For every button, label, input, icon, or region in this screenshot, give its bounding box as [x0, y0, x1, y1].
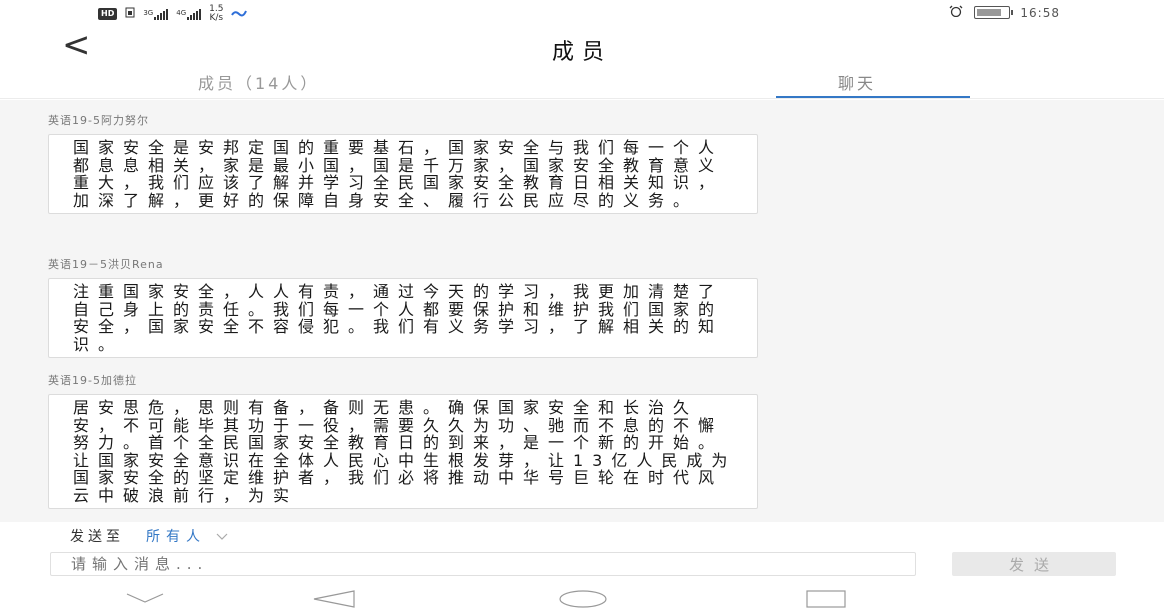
tab-chat[interactable]: 聊天 — [838, 70, 876, 94]
send-button[interactable]: 发送 — [952, 552, 1116, 576]
nav-back-icon[interactable] — [312, 590, 356, 612]
battery-icon — [974, 6, 1014, 19]
message-bubble[interactable]: 居安思危，思则有备，备则无患。确保国家安全和长治久安，不可能毕其功于一役，需要久… — [48, 394, 758, 509]
status-right: 16:58 — [948, 5, 1060, 20]
message-input[interactable] — [50, 552, 916, 576]
message-sender: 英语19-5加德拉 — [48, 374, 137, 387]
signal-2: 4G — [176, 8, 202, 20]
message-bubble[interactable]: 注重国家安全，人人有责，通过今天的学习，我更加清楚了自己身上的责任。我们每一个人… — [48, 278, 758, 358]
recipient-selector[interactable]: 所有人 — [146, 526, 206, 546]
message-bubble[interactable]: 国家安全是安邦定国的重要基石，国家安全与我们每一个人都息息相关，家是最小国，国是… — [48, 134, 758, 214]
status-left: HD 3G 4G 1.5 K/s — [98, 4, 248, 23]
signal-strength-icon — [187, 8, 202, 20]
nav-recent-apps-icon[interactable] — [806, 590, 846, 612]
message-sender: 英语19－5洪贝Rena — [48, 258, 164, 271]
active-tab-indicator — [776, 96, 970, 98]
hd-badge: HD — [98, 8, 118, 20]
chat-area[interactable]: 英语19-5阿力努尔 国家安全是安邦定国的重要基石，国家安全与我们每一个人都息息… — [0, 100, 1164, 522]
chevron-down-icon[interactable] — [216, 529, 228, 543]
status-bar: HD 3G 4G 1.5 K/s 16:58 — [0, 0, 1164, 26]
screen: HD 3G 4G 1.5 K/s 16:58 < 成员 成员（14人） 聊天 英… — [0, 0, 1164, 613]
signal-strength-icon — [154, 8, 169, 20]
message-sender: 英语19-5阿力努尔 — [48, 114, 149, 127]
navigation-bar — [0, 582, 1164, 613]
hide-keyboard-icon[interactable] — [125, 590, 165, 609]
send-to-label: 发送至 — [70, 529, 124, 545]
composer: 发送 — [0, 550, 1164, 580]
alarm-icon — [948, 5, 964, 20]
hotspot-icon — [231, 9, 248, 20]
signal-1: 3G — [143, 8, 169, 20]
send-to-bar: 发送至 所有人 — [70, 526, 228, 546]
network-speed: 1.5 K/s — [209, 4, 224, 23]
nav-home-icon[interactable] — [558, 590, 608, 612]
chat-message: 英语19-5阿力努尔 国家安全是安邦定国的重要基石，国家安全与我们每一个人都息息… — [48, 112, 758, 214]
header: < 成员 — [0, 28, 1164, 65]
tab-bar: 成员（14人） 聊天 — [0, 66, 1164, 99]
sim-icon — [125, 7, 135, 21]
clock: 16:58 — [1020, 5, 1060, 20]
chat-message: 英语19－5洪贝Rena 注重国家安全，人人有责，通过今天的学习，我更加清楚了自… — [48, 256, 758, 358]
chat-message: 英语19-5加德拉 居安思危，思则有备，备则无患。确保国家安全和长治久安，不可能… — [48, 372, 758, 509]
tab-members[interactable]: 成员（14人） — [198, 70, 319, 94]
page-title: 成员 — [551, 40, 612, 65]
